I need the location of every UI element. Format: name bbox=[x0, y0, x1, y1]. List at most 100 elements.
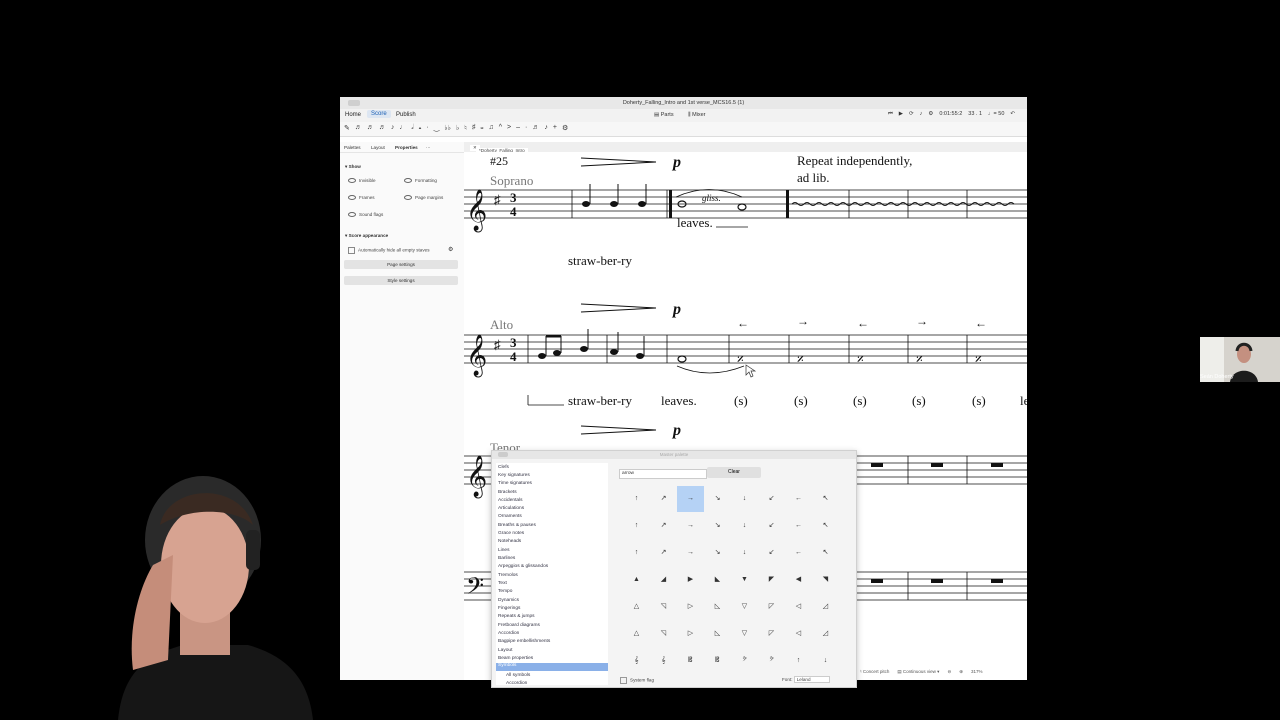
checkbox[interactable] bbox=[348, 247, 355, 254]
symbol-cell[interactable]: ↙ bbox=[758, 486, 785, 512]
note-16-icon[interactable]: ♬ bbox=[379, 124, 386, 132]
note-quarter-icon[interactable]: ♩ bbox=[399, 124, 406, 132]
symbol-cell[interactable]: ↗ bbox=[650, 486, 677, 512]
natural-icon[interactable]: ♮ bbox=[464, 124, 467, 132]
tab-home[interactable]: Home bbox=[345, 112, 361, 118]
concert-pitch-toggle[interactable]: ♮ Concert pitch bbox=[860, 669, 889, 675]
pen-icon[interactable]: ✎ bbox=[344, 124, 350, 132]
symbol-cell[interactable]: → bbox=[677, 540, 704, 566]
symbol-search-input[interactable]: arrow bbox=[619, 469, 707, 479]
zoom-level[interactable]: 317% bbox=[971, 669, 983, 675]
category-subitem[interactable]: Accordion bbox=[506, 681, 527, 686]
tuplet-icon[interactable]: ♫ bbox=[488, 124, 493, 132]
symbol-cell[interactable]: ▷ bbox=[677, 621, 704, 647]
category-item[interactable]: Bagpipe embellishments bbox=[498, 639, 550, 644]
tab-properties[interactable]: Properties bbox=[395, 145, 418, 150]
tab-layout[interactable]: Layout bbox=[371, 145, 385, 150]
category-item[interactable]: Lines bbox=[498, 548, 509, 553]
show-invisible-toggle[interactable]: Invisible bbox=[348, 178, 376, 184]
system-flag-checkbox[interactable]: System flag bbox=[620, 677, 654, 684]
rewind-icon[interactable]: ⏮ bbox=[888, 111, 893, 118]
category-item[interactable]: Layout bbox=[498, 648, 512, 653]
show-sound-flags-toggle[interactable]: Sound flags bbox=[348, 212, 383, 218]
symbol-cell[interactable]: ◸ bbox=[758, 594, 785, 620]
window-controls[interactable] bbox=[348, 100, 360, 106]
symbol-cell[interactable]: ↓ bbox=[731, 540, 758, 566]
category-item[interactable]: Brackets bbox=[498, 490, 517, 495]
undo-icon[interactable]: ↶ bbox=[1010, 111, 1015, 118]
symbol-cell[interactable]: △ bbox=[623, 621, 650, 647]
flip-icon[interactable]: ♪ bbox=[544, 124, 548, 132]
settings-icon[interactable]: ⚙ bbox=[928, 111, 933, 118]
category-item[interactable]: Articulations bbox=[498, 506, 524, 511]
category-item[interactable]: Tempo bbox=[498, 589, 512, 594]
symbol-cell[interactable]: ▽ bbox=[731, 594, 758, 620]
category-item[interactable]: Accordion bbox=[498, 631, 519, 636]
symbol-cell[interactable]: △ bbox=[623, 594, 650, 620]
tie-icon[interactable]: ‿ bbox=[434, 124, 440, 132]
category-item[interactable]: Arpeggios & glissandos bbox=[498, 564, 548, 569]
category-item[interactable]: Fingerings bbox=[498, 606, 520, 611]
page-settings-button[interactable]: Page settings bbox=[344, 260, 458, 269]
symbol-cell[interactable]: ↑ bbox=[623, 486, 650, 512]
category-item[interactable]: Time signatures bbox=[498, 481, 532, 486]
double-sharp-icon[interactable]: 𝄪 bbox=[480, 124, 483, 132]
category-item[interactable]: Grace notes bbox=[498, 531, 524, 536]
symbol-cell[interactable]: ← bbox=[785, 486, 812, 512]
category-item[interactable]: Text bbox=[498, 581, 507, 586]
zoom-out-icon[interactable]: ⊖ bbox=[947, 669, 951, 675]
tenuto-icon[interactable]: – bbox=[516, 124, 520, 132]
tab-palettes[interactable]: Palettes bbox=[344, 145, 361, 150]
font-select[interactable]: Font: Leland bbox=[782, 676, 830, 683]
category-item[interactable]: Fretboard diagrams bbox=[498, 623, 540, 628]
symbol-cell[interactable]: ◺ bbox=[704, 594, 731, 620]
hide-empty-staves-checkbox[interactable]: Automatically hide all empty staves bbox=[348, 247, 430, 254]
style-settings-button[interactable]: Style settings bbox=[344, 276, 458, 285]
symbol-cell[interactable]: ↗ bbox=[650, 513, 677, 539]
document-tab[interactable]: *Doherty_Falling_Intro an... ✕ bbox=[470, 145, 528, 158]
symbol-cell[interactable]: ◹ bbox=[650, 594, 677, 620]
metronome-icon[interactable]: ♪ bbox=[920, 111, 923, 118]
font-select-value[interactable]: Leland bbox=[793, 676, 830, 683]
staccato-icon[interactable]: · bbox=[525, 124, 527, 132]
play-icon[interactable]: ▶ bbox=[899, 111, 903, 118]
symbol-cell[interactable]: ↓ bbox=[812, 648, 839, 674]
symbol-cell[interactable]: ↑ bbox=[785, 648, 812, 674]
show-formatting-toggle[interactable]: Formatting bbox=[404, 178, 437, 184]
gear-icon[interactable]: ⚙ bbox=[448, 246, 453, 253]
parts-button[interactable]: ▤ Parts bbox=[654, 112, 674, 118]
tab-score[interactable]: Score bbox=[367, 110, 391, 118]
symbol-cell[interactable]: 𝄞 bbox=[650, 648, 677, 674]
show-frames-toggle[interactable]: Frames bbox=[348, 195, 375, 201]
note-8-icon[interactable]: ♪ bbox=[391, 124, 395, 132]
voice-icon[interactable]: ♬ bbox=[532, 124, 539, 132]
symbol-cell[interactable]: ↗ bbox=[650, 540, 677, 566]
symbol-cell[interactable]: ◀ bbox=[785, 567, 812, 593]
show-page-margins-toggle[interactable]: Page margins bbox=[404, 195, 443, 201]
category-item[interactable]: Tremolos bbox=[498, 573, 518, 578]
symbol-cell[interactable]: → bbox=[677, 486, 704, 512]
symbol-cell[interactable]: 𝄞 bbox=[623, 648, 650, 674]
loop-icon[interactable]: ⟳ bbox=[909, 111, 914, 118]
symbol-cell[interactable]: ▷ bbox=[677, 594, 704, 620]
symbol-cell[interactable]: ← bbox=[785, 513, 812, 539]
category-item[interactable]: Barlines bbox=[498, 556, 515, 561]
category-item[interactable]: Noteheads bbox=[498, 539, 521, 544]
symbol-cell[interactable]: ↖ bbox=[812, 513, 839, 539]
symbol-cell[interactable]: ◿ bbox=[812, 621, 839, 647]
symbol-cell[interactable]: ◣ bbox=[704, 567, 731, 593]
symbol-cell[interactable]: ↙ bbox=[758, 513, 785, 539]
symbol-cell[interactable]: ↘ bbox=[704, 486, 731, 512]
symbol-cell[interactable]: ◸ bbox=[758, 621, 785, 647]
category-subitem[interactable]: All symbols bbox=[506, 673, 530, 678]
tab-publish[interactable]: Publish bbox=[396, 112, 416, 118]
symbol-cell[interactable]: 𝄡 bbox=[704, 648, 731, 674]
dialog-controls[interactable] bbox=[498, 452, 508, 457]
dot-icon[interactable]: · bbox=[426, 124, 428, 132]
symbol-cell[interactable]: ▲ bbox=[623, 567, 650, 593]
mixer-button[interactable]: ⫼ Mixer bbox=[688, 112, 706, 119]
category-item[interactable]: Accidentals bbox=[498, 498, 523, 503]
clear-search-button[interactable]: Clear bbox=[707, 467, 761, 478]
symbol-cell[interactable]: ↓ bbox=[731, 486, 758, 512]
add-icon[interactable]: + bbox=[553, 124, 557, 132]
